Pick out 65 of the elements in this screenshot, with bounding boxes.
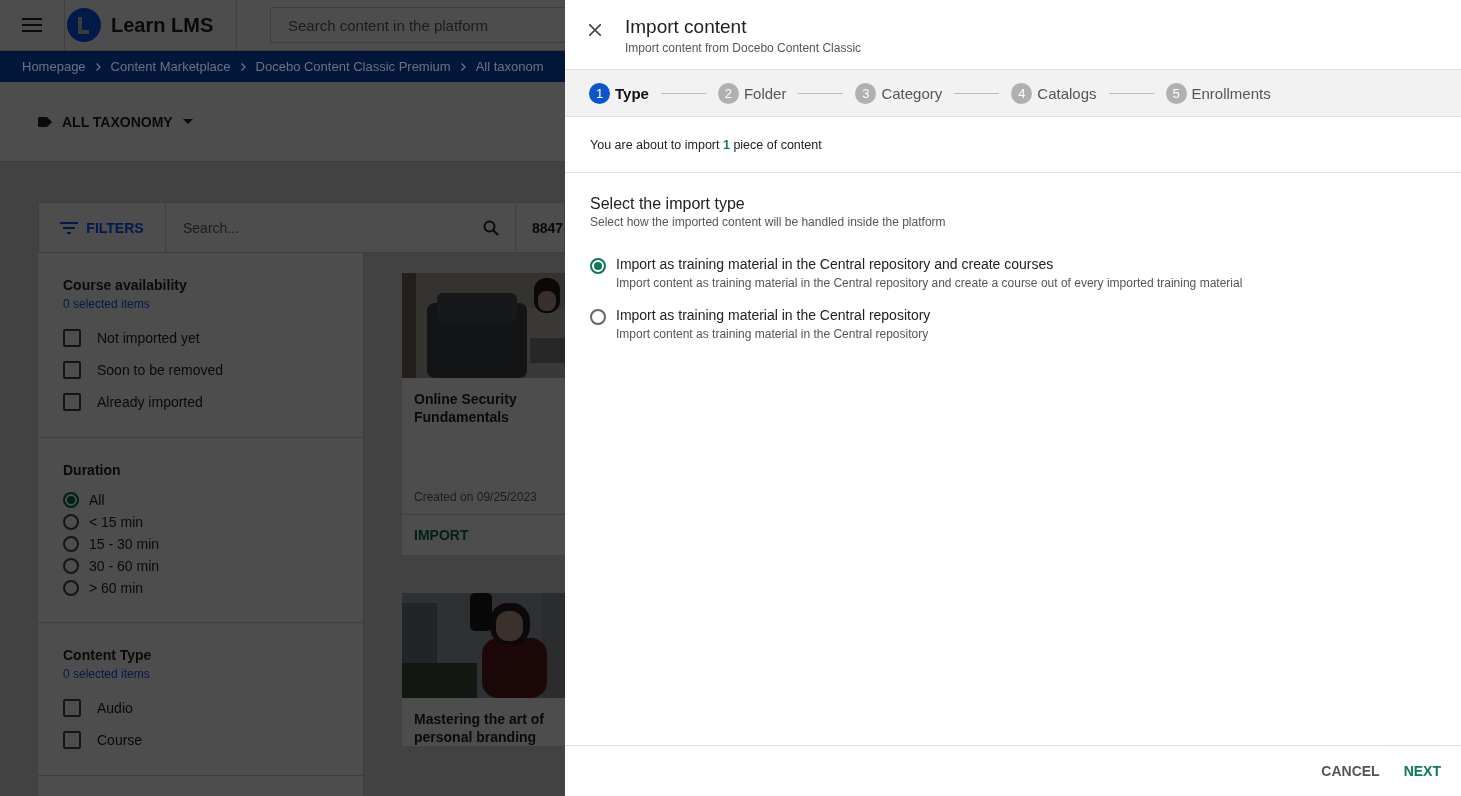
radio-button[interactable] (590, 258, 606, 274)
selection-count: 0 selected items (63, 297, 151, 311)
radio-button[interactable] (63, 580, 79, 596)
option-description: Import content as training material in the Central repository and create a course out of every imported training material (616, 276, 1243, 290)
tag-icon (38, 116, 52, 127)
breadcrumb-link[interactable]: All taxonom (475, 59, 544, 74)
option-label: 30 - 60 min (89, 558, 160, 574)
option-label: Import as training material in the Central repository and create courses (616, 256, 1055, 272)
import-summary: You are about to import 1 piece of content (590, 137, 822, 152)
option-label: > 60 min (89, 580, 144, 596)
filters-button[interactable]: FILTERS (39, 203, 166, 252)
caret-icon (182, 119, 193, 124)
next-button[interactable]: NEXT (1395, 755, 1449, 787)
result-count: 8847 (531, 219, 564, 236)
step-item[interactable]: 4 Catalogs (1011, 82, 1097, 104)
breadcrumb-link[interactable]: Homepage (22, 59, 86, 74)
chevron-icon (95, 62, 101, 71)
section-title: Select the import type (590, 195, 746, 213)
checkbox[interactable] (63, 329, 81, 347)
option-description: Import content as training material in the Central repository (616, 327, 930, 341)
checkbox[interactable] (63, 361, 81, 379)
menu-icon[interactable] (22, 18, 42, 32)
logo-icon (67, 8, 101, 42)
option-label: Course (97, 732, 143, 748)
close-icon (589, 24, 601, 36)
card-title: Mastering the art of personal branding (413, 710, 545, 746)
step-item[interactable]: 1 Type (589, 82, 649, 104)
step-item[interactable]: 5 Enrollments (1165, 82, 1271, 104)
chevron-icon (240, 62, 246, 71)
step-item[interactable]: 3 Category (855, 82, 943, 104)
option-label: Soon to be removed (97, 362, 224, 378)
filter-icon (60, 221, 79, 234)
dialog-subtitle: Import content from Docebo Content Classic (625, 41, 862, 55)
breadcrumb-link[interactable]: Docebo Content Classic Premium (255, 59, 451, 74)
option-label: Import as training material in the Central repository (616, 307, 931, 323)
dialog-title: Import content (625, 16, 748, 38)
import-button[interactable]: IMPORT (402, 515, 481, 555)
checkbox[interactable] (63, 699, 81, 717)
radio-button[interactable] (63, 536, 79, 552)
checkbox[interactable] (63, 393, 81, 411)
section-subtitle: Select how the imported content will be handled inside the platform (590, 215, 947, 229)
filter-title: Content Type (63, 647, 153, 663)
option-label: Audio (97, 700, 133, 716)
checkbox[interactable] (63, 731, 81, 749)
filter-title: Duration (63, 462, 122, 478)
course-card[interactable]: Mastering the art of personal branding (402, 593, 565, 746)
cancel-button[interactable]: CANCEL (1313, 755, 1388, 787)
option-label: All (89, 492, 105, 508)
selection-count: 0 selected items (63, 667, 151, 681)
radio-button[interactable] (63, 514, 79, 530)
taxonomy-dropdown[interactable]: ALL TAXONOMY (38, 113, 193, 130)
card-title: Online Security Fundamentals (413, 390, 518, 427)
option-label: < 15 min (89, 514, 144, 530)
filter-title: Course availability (63, 277, 188, 293)
option-label: Not imported yet (97, 330, 200, 346)
step-item[interactable]: 2 Folder (717, 82, 787, 104)
option-label: Already imported (97, 394, 203, 410)
breadcrumb-link[interactable]: Content Marketplace (110, 59, 231, 74)
logo-text: Learn LMS (111, 13, 214, 37)
radio-button[interactable] (63, 492, 79, 508)
search-icon (483, 219, 499, 236)
radio-button[interactable] (590, 309, 606, 325)
radio-button[interactable] (63, 558, 79, 574)
option-label: 15 - 30 min (89, 536, 160, 552)
chevron-icon (460, 62, 466, 71)
